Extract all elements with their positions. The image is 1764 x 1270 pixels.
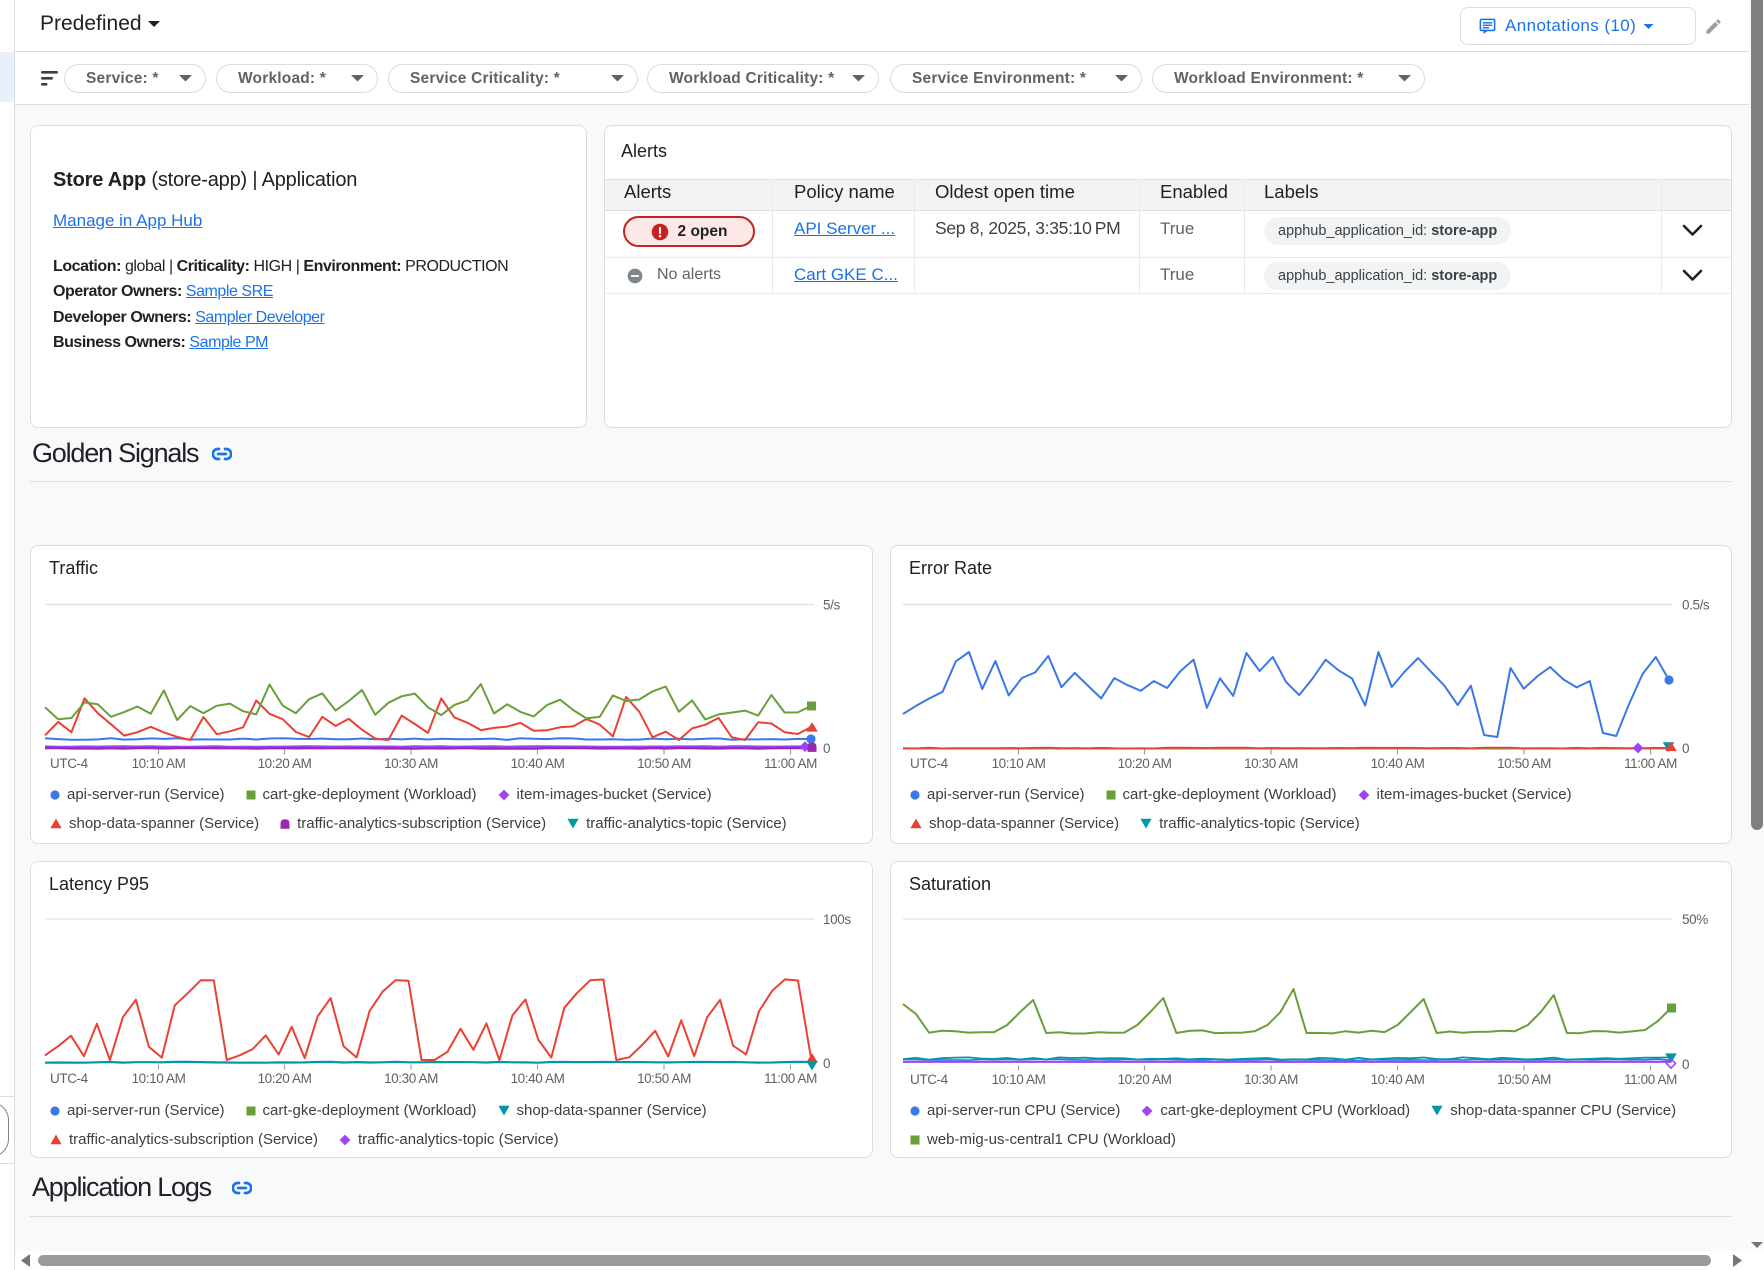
svg-text:10:40 AM: 10:40 AM	[511, 1071, 565, 1086]
svg-text:10:10 AM: 10:10 AM	[992, 1072, 1046, 1087]
svg-text:10:50 AM: 10:50 AM	[637, 1071, 691, 1086]
svg-text:50%: 50%	[1682, 912, 1708, 927]
svg-text:11:00 AM: 11:00 AM	[764, 1071, 817, 1086]
svg-text:11:00 AM: 11:00 AM	[1624, 1072, 1677, 1087]
svg-text:UTC-4: UTC-4	[50, 1071, 89, 1086]
svg-text:10:40 AM: 10:40 AM	[511, 756, 565, 771]
svg-text:10:10 AM: 10:10 AM	[992, 756, 1046, 771]
svg-text:0.5/s: 0.5/s	[1682, 598, 1710, 613]
svg-text:10:20 AM: 10:20 AM	[258, 1071, 312, 1086]
svg-text:11:00 AM: 11:00 AM	[1624, 756, 1677, 771]
svg-text:10:30 AM: 10:30 AM	[384, 756, 438, 771]
svg-text:0: 0	[823, 741, 830, 756]
svg-text:10:30 AM: 10:30 AM	[384, 1071, 438, 1086]
svg-text:10:20 AM: 10:20 AM	[258, 756, 312, 771]
svg-text:10:20 AM: 10:20 AM	[1118, 756, 1172, 771]
svg-text:100s: 100s	[823, 912, 851, 927]
svg-text:10:20 AM: 10:20 AM	[1118, 1072, 1172, 1087]
svg-text:10:50 AM: 10:50 AM	[1497, 756, 1551, 771]
svg-text:0: 0	[1682, 1057, 1689, 1072]
svg-text:UTC-4: UTC-4	[910, 756, 949, 771]
svg-text:0: 0	[823, 1056, 830, 1071]
svg-text:0: 0	[1682, 741, 1689, 756]
svg-text:10:40 AM: 10:40 AM	[1371, 1072, 1425, 1087]
svg-text:11:00 AM: 11:00 AM	[764, 756, 817, 771]
svg-text:10:50 AM: 10:50 AM	[637, 756, 691, 771]
svg-text:10:30 AM: 10:30 AM	[1244, 756, 1298, 771]
svg-text:10:40 AM: 10:40 AM	[1371, 756, 1425, 771]
svg-text:10:10 AM: 10:10 AM	[132, 756, 186, 771]
svg-text:10:50 AM: 10:50 AM	[1497, 1072, 1551, 1087]
svg-text:10:10 AM: 10:10 AM	[132, 1071, 186, 1086]
svg-text:10:30 AM: 10:30 AM	[1244, 1072, 1298, 1087]
svg-text:UTC-4: UTC-4	[50, 756, 89, 771]
svg-text:5/s: 5/s	[823, 598, 840, 613]
svg-text:UTC-4: UTC-4	[910, 1072, 949, 1087]
